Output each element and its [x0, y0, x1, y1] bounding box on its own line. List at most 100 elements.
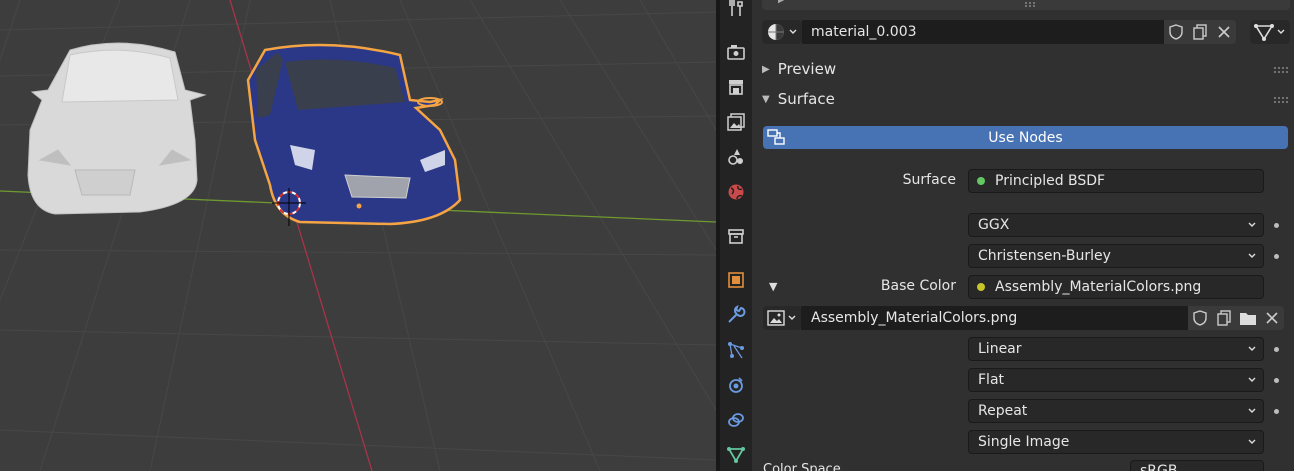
distribution-dropdown[interactable]: GGX: [968, 213, 1264, 237]
extension-dropdown[interactable]: Repeat: [968, 399, 1264, 423]
physics-icon: [729, 377, 743, 393]
image-name-field[interactable]: Assembly_MaterialColors.png: [801, 306, 1188, 330]
grip-icon: [1025, 2, 1035, 7]
properties-tab-bar: [720, 0, 752, 471]
use-nodes-button[interactable]: Use Nodes: [763, 126, 1288, 149]
interpolation-value: Linear: [978, 341, 1022, 357]
tab-render[interactable]: [722, 38, 750, 66]
drag-grip-icon[interactable]: [1274, 66, 1288, 74]
scene-icon: [728, 149, 743, 165]
image-icon: [767, 310, 785, 326]
surface-shader-value: Principled BSDF: [995, 173, 1106, 189]
world-icon: [728, 184, 744, 200]
fake-user-button[interactable]: [1164, 20, 1188, 44]
render-icon: [727, 45, 745, 60]
shield-icon: [1193, 310, 1207, 326]
material-browse-button[interactable]: [762, 20, 802, 44]
tab-particles[interactable]: [722, 336, 750, 364]
tab-object[interactable]: [722, 266, 750, 294]
keyframe-dot-icon[interactable]: [1274, 378, 1279, 383]
subsurface-method-dropdown[interactable]: Christensen-Burley: [968, 244, 1264, 268]
constraints-icon: [728, 413, 744, 427]
chevron-down-icon: [1248, 439, 1256, 444]
properties-panel: ▶ material_0.003 ▶ Preview: [752, 0, 1294, 471]
viewport-scene: [0, 0, 716, 471]
keyframe-dot-icon[interactable]: [1274, 223, 1279, 228]
color-space-label: Color Space: [763, 462, 841, 471]
color-space-value: sRGB: [1140, 463, 1178, 471]
output-icon: [729, 80, 743, 95]
image-name-text: Assembly_MaterialColors.png: [811, 310, 1018, 326]
white-car: [27, 42, 207, 215]
surface-panel-header[interactable]: ▼ Surface: [762, 90, 835, 108]
tab-collection[interactable]: [722, 222, 750, 250]
tab-data[interactable]: [722, 441, 750, 469]
node-tree-icon: [1254, 24, 1274, 41]
tab-output[interactable]: [722, 73, 750, 101]
object-icon: [728, 272, 744, 288]
keyframe-dot-icon[interactable]: [1274, 409, 1279, 414]
tab-world[interactable]: [722, 178, 750, 206]
chevron-down-icon: [788, 315, 796, 320]
base-color-value: Assembly_MaterialColors.png: [995, 279, 1202, 295]
image-fake-user-button[interactable]: [1188, 306, 1212, 330]
tab-modifier[interactable]: [722, 301, 750, 329]
duplicate-icon: [1217, 310, 1231, 326]
data-icon: [727, 447, 745, 463]
base-color-label: Base Color: [880, 278, 956, 294]
chevron-down-icon: [1277, 29, 1285, 34]
tab-constraints[interactable]: [722, 406, 750, 434]
keyframe-dot-icon[interactable]: [1274, 254, 1279, 259]
base-color-expand-icon[interactable]: ▼: [769, 280, 777, 293]
image-source-dropdown[interactable]: Single Image: [968, 430, 1264, 454]
distribution-value: GGX: [978, 217, 1010, 233]
close-icon: [1266, 312, 1278, 324]
color-socket-icon: [977, 283, 985, 291]
interpolation-dropdown[interactable]: Linear: [968, 337, 1264, 361]
base-color-link-field[interactable]: Assembly_MaterialColors.png: [968, 275, 1264, 299]
projection-value: Flat: [978, 372, 1005, 388]
node-icon: [767, 129, 785, 145]
surface-shader-field[interactable]: Principled BSDF: [968, 169, 1264, 193]
subsurface-method-value: Christensen-Burley: [978, 248, 1111, 264]
expand-arrow-icon: ▶: [778, 0, 786, 5]
material-sphere-icon: [768, 24, 784, 40]
preview-panel-title: Preview: [777, 60, 837, 78]
duplicate-material-button[interactable]: [1188, 20, 1212, 44]
tab-tool[interactable]: [722, 0, 750, 22]
use-nodes-label: Use Nodes: [988, 129, 1063, 146]
material-name-field[interactable]: material_0.003: [802, 20, 1164, 44]
folder-icon: [1240, 313, 1256, 325]
chevron-down-icon: [789, 29, 797, 34]
image-open-button[interactable]: [1236, 306, 1260, 330]
keyframe-dot-icon[interactable]: [1274, 347, 1279, 352]
material-name-text: material_0.003: [811, 24, 917, 40]
blender-window: ▶ material_0.003 ▶ Preview: [0, 0, 1294, 471]
extension-value: Repeat: [978, 403, 1028, 419]
expanded-arrow-icon: ▼: [762, 93, 770, 105]
drag-grip-icon[interactable]: [1274, 96, 1288, 104]
image-source-value: Single Image: [978, 434, 1070, 450]
close-icon: [1218, 26, 1230, 38]
3d-viewport[interactable]: [0, 0, 716, 471]
image-browse-button[interactable]: [763, 306, 801, 330]
shader-socket-icon: [977, 177, 985, 185]
chevron-down-icon: [1248, 222, 1256, 227]
collection-icon: [728, 229, 744, 244]
tab-view-layer[interactable]: [722, 108, 750, 136]
node-tree-browse-button[interactable]: [1250, 20, 1290, 44]
preview-panel-header[interactable]: ▶ Preview: [762, 60, 836, 78]
collapsed-arrow-icon: ▶: [762, 63, 770, 75]
tab-scene[interactable]: [722, 143, 750, 171]
image-duplicate-button[interactable]: [1212, 306, 1236, 330]
tab-physics[interactable]: [722, 371, 750, 399]
image-unlink-button[interactable]: [1260, 306, 1284, 330]
modifier-icon: [728, 305, 746, 323]
surface-panel-title: Surface: [777, 90, 835, 108]
projection-dropdown[interactable]: Flat: [968, 368, 1264, 392]
chevron-down-icon: [1248, 346, 1256, 351]
unlink-material-button[interactable]: [1212, 20, 1236, 44]
color-space-dropdown[interactable]: sRGB: [1130, 460, 1264, 471]
tool-icon: [729, 0, 743, 16]
top-collapsed-strip[interactable]: ▶: [762, 0, 1290, 10]
